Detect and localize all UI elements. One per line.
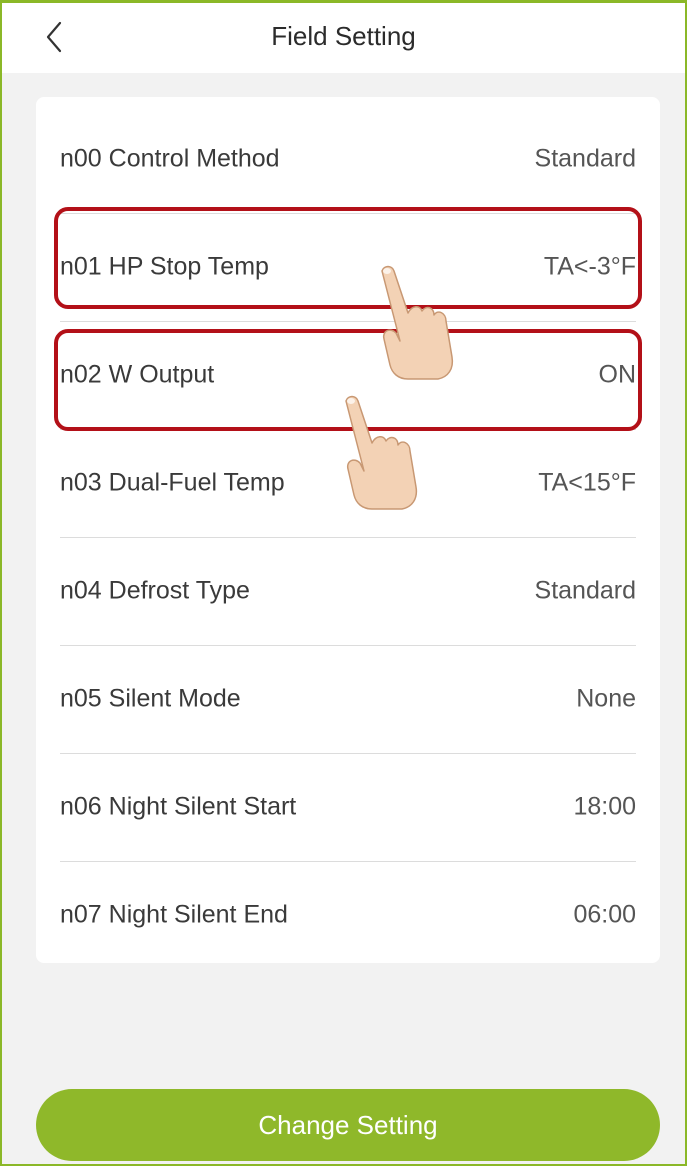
setting-value: 06:00: [573, 900, 636, 929]
header-bar: Field Setting: [2, 3, 685, 73]
pointing-hand-icon: [381, 265, 454, 380]
change-setting-button[interactable]: Change Setting: [36, 1089, 660, 1161]
setting-value: Standard: [534, 144, 636, 173]
setting-label: n00 Control Method: [60, 144, 280, 173]
setting-label: n03 Dual-Fuel Temp: [60, 468, 285, 497]
setting-row-n04[interactable]: n04 Defrost Type Standard: [60, 537, 636, 645]
setting-label: n07 Night Silent End: [60, 900, 288, 929]
pointing-hand-icon: [345, 395, 418, 510]
app-screen: Field Setting n00 Control Method Standar…: [0, 0, 687, 1166]
setting-row-n00[interactable]: n00 Control Method Standard: [60, 105, 636, 213]
setting-value: Standard: [534, 576, 636, 605]
setting-label: n04 Defrost Type: [60, 576, 250, 605]
page-title: Field Setting: [271, 21, 416, 51]
setting-value: TA<15°F: [538, 468, 636, 497]
setting-label: n05 Silent Mode: [60, 684, 241, 713]
highlight-box-n01: [54, 207, 642, 309]
setting-label: n06 Night Silent Start: [60, 792, 297, 821]
setting-value: None: [576, 684, 636, 713]
setting-row-n06[interactable]: n06 Night Silent Start 18:00: [60, 753, 636, 861]
setting-row-n07[interactable]: n07 Night Silent End 06:00: [60, 861, 636, 969]
setting-value: 18:00: [573, 792, 636, 821]
setting-row-n05[interactable]: n05 Silent Mode None: [60, 645, 636, 753]
